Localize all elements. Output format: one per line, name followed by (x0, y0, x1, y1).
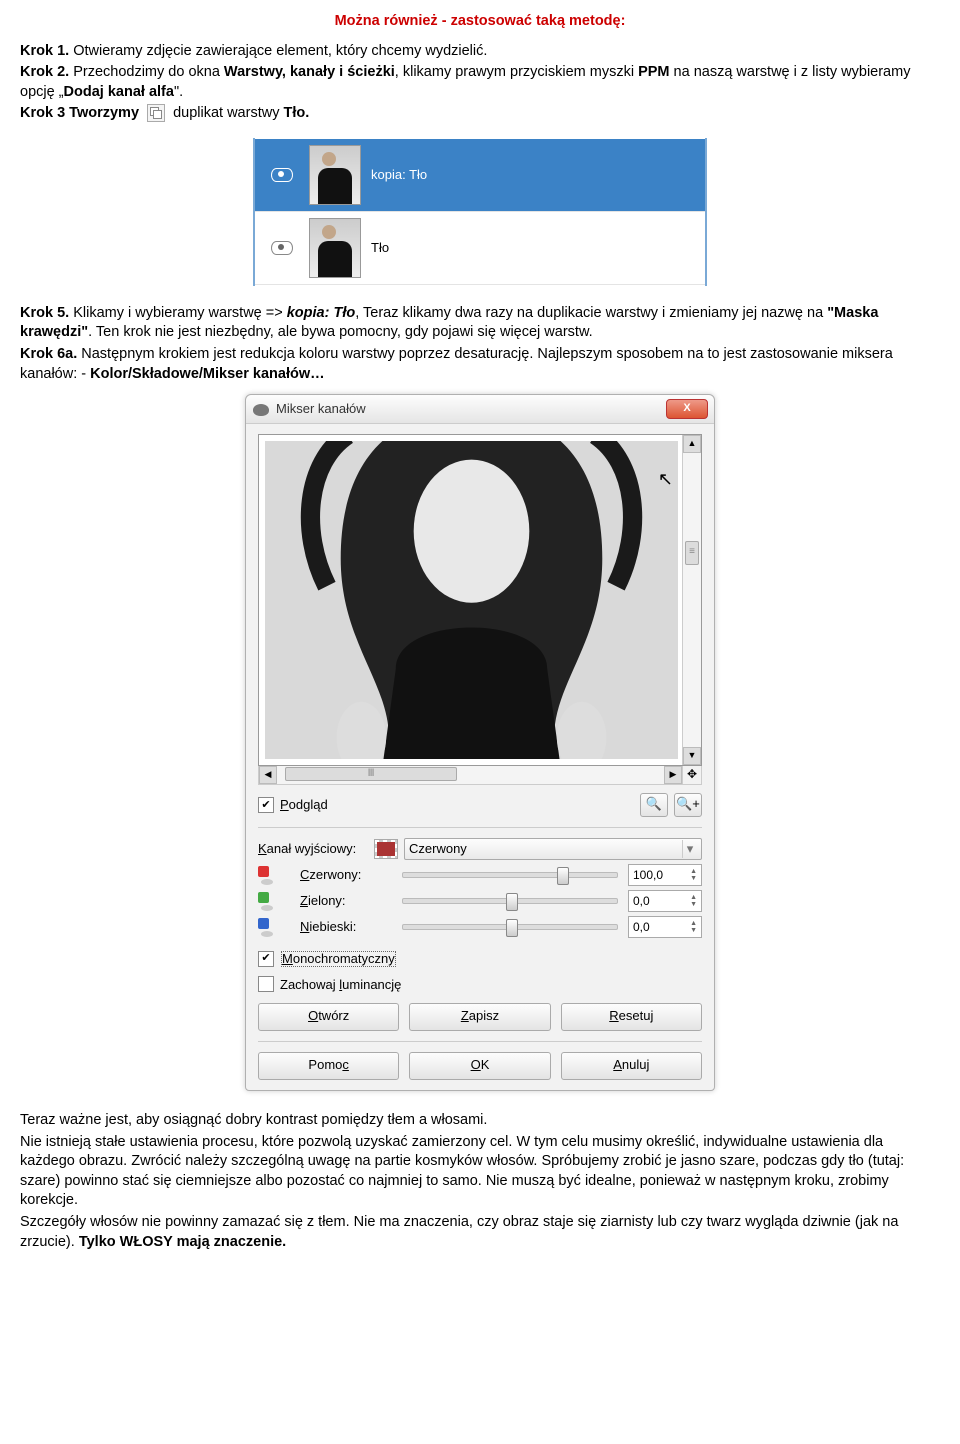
green-value-input[interactable]: 0,0▲▼ (628, 890, 702, 912)
paint-green-icon (258, 892, 276, 910)
green-slider[interactable] (402, 898, 618, 904)
open-button[interactable]: Otwórz (258, 1003, 399, 1031)
preview-label: Podgląd (280, 796, 328, 814)
footer-p1: Teraz ważne jest, aby osiągnąć dobry kon… (20, 1111, 940, 1131)
dialog-title: Mikser kanałów (276, 400, 666, 418)
scroll-right-arrow-icon[interactable]: ▶ (664, 766, 682, 784)
step6-label: Krok 6a. (20, 346, 77, 362)
reset-button[interactable]: Resetuj (561, 1003, 702, 1031)
blue-label: Niebieski: (300, 918, 392, 936)
layer-row-tlo[interactable]: Tło (255, 212, 705, 285)
step3-text: Krok 3 Tworzymy duplikat warstwy Tło. (20, 104, 940, 124)
step1-body: Otwieramy zdjęcie zawierające element, k… (69, 43, 487, 59)
red-row: Czerwony: 100,0▲▼ (258, 864, 702, 886)
red-slider[interactable] (402, 872, 618, 878)
preview-image (265, 441, 678, 759)
divider (258, 1041, 702, 1042)
step2-text: Krok 2. Przechodzimy do okna Warstwy, ka… (20, 63, 940, 102)
step2-label: Krok 2. (20, 64, 69, 80)
green-label: Zielony: (300, 892, 392, 910)
blue-value-input[interactable]: 0,0▲▼ (628, 916, 702, 938)
layer-thumbnail (309, 218, 361, 278)
preview-area: ▲ ≡ ▼ ↖ (258, 434, 702, 766)
step1-text: Krok 1. Otwieramy zdjęcie zawierające el… (20, 42, 940, 62)
scroll-up-arrow-icon[interactable]: ▲ (683, 435, 701, 453)
cancel-button[interactable]: Anuluj (561, 1052, 702, 1080)
paint-blue-icon (258, 918, 276, 936)
output-channel-value: Czerwony (409, 840, 467, 858)
output-channel-row: Kanał wyjściowy: Czerwony ▾ (258, 838, 702, 860)
visibility-eye-icon[interactable] (271, 241, 293, 255)
layer-name-tlo[interactable]: Tło (371, 239, 705, 257)
dialog-titlebar[interactable]: Mikser kanałów X (246, 395, 714, 424)
monochrome-label: Monochromatyczny (280, 950, 397, 968)
vertical-scrollbar[interactable]: ▲ ≡ ▼ (682, 435, 701, 765)
blue-slider[interactable] (402, 924, 618, 930)
preview-checkbox[interactable]: ✔ (258, 797, 274, 813)
duplicate-layer-icon (147, 104, 165, 122)
footer-p3: Szczegóły włosów nie powinny zamazać się… (20, 1213, 940, 1252)
ok-button[interactable]: OK (409, 1052, 550, 1080)
preview-row: ✔ Podgląd 🔍 🔍+ (258, 793, 702, 817)
dropdown-arrow-icon: ▾ (682, 840, 697, 858)
output-channel-combo[interactable]: Czerwony ▾ (404, 838, 702, 860)
zoom-out-button[interactable]: 🔍 (640, 793, 668, 817)
preserve-luminance-label: Zachowaj luminancję (280, 976, 401, 994)
monochrome-checkbox[interactable]: ✔ (258, 951, 274, 967)
scroll-left-arrow-icon[interactable]: ◀ (259, 766, 277, 784)
gimp-wilber-icon (252, 400, 270, 418)
step1-label: Krok 1. (20, 43, 69, 59)
visibility-eye-icon[interactable] (271, 168, 293, 182)
footer-p2: Nie istnieją stałe ustawienia procesu, k… (20, 1133, 940, 1211)
layer-row-kopia[interactable]: kopia: Tło (255, 139, 705, 212)
help-button[interactable]: Pomoc (258, 1052, 399, 1080)
layer-thumbnail (309, 145, 361, 205)
save-button[interactable]: Zapisz (409, 1003, 550, 1031)
move-tool-icon[interactable]: ✥ (683, 766, 702, 785)
page-title: Można również - zastosować taką metodę: (20, 12, 940, 32)
zoom-in-button[interactable]: 🔍+ (674, 793, 702, 817)
cursor-arrow-icon: ↖ (658, 467, 673, 491)
output-channel-label: Kanał wyjściowy: (258, 840, 368, 858)
step5-label: Krok 5. (20, 305, 69, 321)
layer-name-kopia[interactable]: kopia: Tło (371, 166, 705, 184)
scroll-down-arrow-icon[interactable]: ▼ (683, 747, 701, 765)
scroll-thumb[interactable]: ≡ (685, 541, 699, 565)
scroll-thumb[interactable]: Ⅲ (285, 767, 457, 781)
horizontal-scrollbar[interactable]: ◀ Ⅲ ▶ (258, 766, 683, 785)
divider (258, 827, 702, 828)
close-button[interactable]: X (666, 399, 708, 419)
layers-panel: kopia: Tło Tło (253, 138, 707, 286)
step5-text: Krok 5. Klikamy i wybieramy warstwę => k… (20, 304, 940, 343)
paint-red-icon (258, 866, 276, 884)
step6-text: Krok 6a. Następnym krokiem jest redukcja… (20, 345, 940, 384)
channel-color-swatch (374, 839, 398, 859)
green-row: Zielony: 0,0▲▼ (258, 890, 702, 912)
red-label: Czerwony: (300, 866, 392, 884)
red-value-input[interactable]: 100,0▲▼ (628, 864, 702, 886)
preserve-luminance-checkbox[interactable] (258, 976, 274, 992)
blue-row: Niebieski: 0,0▲▼ (258, 916, 702, 938)
channel-mixer-dialog: Mikser kanałów X (245, 394, 715, 1091)
